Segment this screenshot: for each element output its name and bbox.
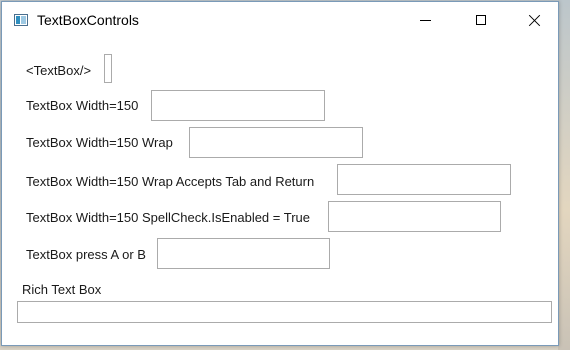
desktop-background — [558, 0, 570, 350]
textbox-width150-label: TextBox Width=150 — [26, 98, 139, 113]
textbox-default-label: <TextBox/> — [26, 63, 92, 78]
window-title: TextBoxControls — [37, 12, 139, 28]
textbox-spellcheck[interactable] — [328, 201, 501, 232]
textbox-default[interactable] — [104, 54, 112, 83]
app-window-icon — [14, 14, 28, 26]
rich-text-box-label: Rich Text Box — [22, 282, 102, 297]
minimize-button[interactable] — [402, 2, 448, 38]
close-icon — [529, 14, 541, 26]
textbox-wrap-label: TextBox Width=150 Wrap — [26, 135, 173, 150]
textbox-accepts-tab-return[interactable] — [337, 164, 511, 195]
rich-text-box[interactable] — [17, 301, 552, 323]
maximize-icon — [476, 15, 486, 25]
title-bar[interactable]: TextBoxControls — [2, 2, 558, 38]
textbox-width150[interactable] — [151, 90, 325, 121]
maximize-button[interactable] — [458, 2, 504, 38]
textbox-spellcheck-label: TextBox Width=150 SpellCheck.IsEnabled =… — [26, 210, 310, 225]
textbox-press-a-or-b-label: TextBox press A or B — [26, 247, 146, 262]
textbox-press-a-or-b[interactable] — [157, 238, 330, 269]
minimize-icon — [419, 19, 431, 21]
textbox-accepts-tab-return-label: TextBox Width=150 Wrap Accepts Tab and R… — [26, 174, 315, 189]
close-button[interactable] — [512, 2, 558, 38]
app-window: TextBoxControls <TextBox/> TextBox Width… — [1, 1, 559, 346]
textbox-wrap[interactable] — [189, 127, 363, 158]
